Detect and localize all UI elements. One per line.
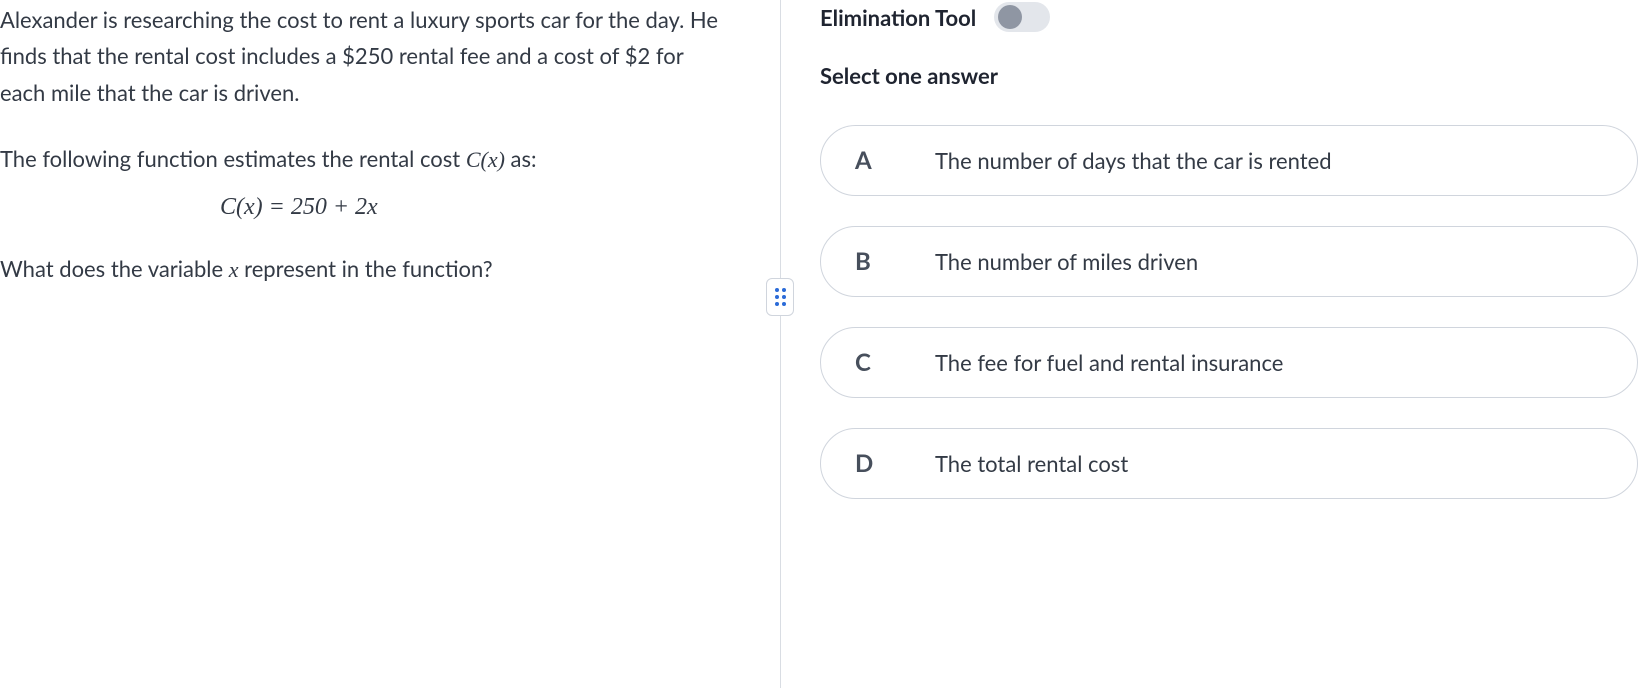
option-text: The fee for fuel and rental insurance — [935, 349, 1283, 376]
panel-divider — [760, 0, 800, 688]
option-letter: B — [855, 247, 881, 276]
option-text: The number of days that the car is rente… — [935, 147, 1332, 174]
resize-handle[interactable] — [766, 278, 794, 316]
divider-line — [780, 0, 781, 688]
drag-dots-icon — [775, 288, 786, 306]
elimination-row: Elimination Tool — [820, 2, 1638, 32]
question-func-inline: C(x) — [466, 147, 505, 172]
question-prompt-var: x — [229, 257, 239, 282]
options-list: A The number of days that the car is ren… — [820, 125, 1638, 499]
equation: C(x) = 250 + 2x — [0, 194, 720, 221]
elimination-label: Elimination Tool — [820, 4, 976, 31]
answer-panel: Elimination Tool Select one answer A The… — [800, 0, 1638, 688]
option-b[interactable]: B The number of miles driven — [820, 226, 1638, 297]
toggle-knob — [998, 5, 1022, 29]
question-prompt: What does the variable x represent in th… — [0, 251, 720, 288]
question-prompt-post: represent in the function? — [239, 255, 493, 282]
question-panel: Alexander is researching the cost to ren… — [0, 0, 760, 688]
question-paragraph-2: The following function estimates the ren… — [0, 141, 720, 178]
option-c[interactable]: C The fee for fuel and rental insurance — [820, 327, 1638, 398]
option-letter: A — [855, 146, 881, 175]
select-one-label: Select one answer — [820, 62, 1638, 89]
option-a[interactable]: A The number of days that the car is ren… — [820, 125, 1638, 196]
option-text: The number of miles driven — [935, 248, 1198, 275]
option-letter: C — [855, 348, 881, 377]
equation-text: C(x) = 250 + 2x — [220, 194, 378, 220]
elimination-toggle[interactable] — [994, 2, 1050, 32]
option-text: The total rental cost — [935, 450, 1128, 477]
option-d[interactable]: D The total rental cost — [820, 428, 1638, 499]
question-paragraph-2-pre: The following function estimates the ren… — [0, 145, 466, 172]
question-paragraph-1: Alexander is researching the cost to ren… — [0, 2, 720, 111]
question-prompt-pre: What does the variable — [0, 255, 229, 282]
question-paragraph-2-post: as: — [505, 145, 537, 172]
option-letter: D — [855, 449, 881, 478]
